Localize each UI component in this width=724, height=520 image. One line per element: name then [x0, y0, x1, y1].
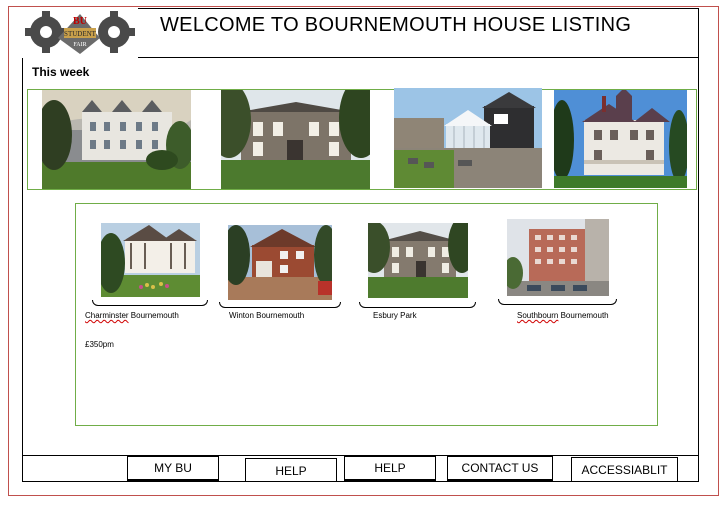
- svg-text:BU: BU: [73, 16, 87, 27]
- svg-text:STUDENT: STUDENT: [64, 30, 97, 38]
- listing-location-esbury-park[interactable]: Esbury Park: [373, 311, 417, 320]
- svg-text:FAIR: FAIR: [73, 42, 86, 48]
- listing-price: £350pm: [85, 340, 114, 349]
- listing-location-winton[interactable]: Winton Bournemouth: [229, 311, 304, 320]
- nav-my-bu-button[interactable]: MY BU: [127, 456, 219, 481]
- featured-photo-stone-manor[interactable]: [221, 90, 370, 189]
- listing-caption-bracket: [219, 302, 341, 308]
- listing-caption-bracket: [92, 300, 208, 306]
- featured-photo-white-terrace[interactable]: [42, 90, 191, 189]
- listing-photo-esbury-park[interactable]: [368, 223, 468, 298]
- listing-location-charminster[interactable]: Charminster Bournemouth: [85, 311, 179, 320]
- bu-student-fair-logo[interactable]: BU STUDENT FAIR: [22, 8, 138, 58]
- nav-help-button-2[interactable]: HELP: [344, 456, 436, 481]
- listing-caption-bracket: [498, 299, 617, 305]
- nav-accessibility-button[interactable]: ACCESSIABLIT: [571, 457, 678, 482]
- listing-photo-charminster[interactable]: [101, 223, 200, 297]
- featured-photo-victorian-turret[interactable]: [554, 90, 687, 188]
- listing-location-southbourn[interactable]: Southbourn Bournemouth: [517, 311, 609, 320]
- featured-photo-modern-conservatory[interactable]: [394, 88, 542, 188]
- page-title: WELCOME TO BOURNEMOUTH HOUSE LISTING: [160, 14, 632, 36]
- listing-photo-winton[interactable]: [228, 225, 332, 300]
- listing-caption-bracket: [359, 302, 476, 308]
- nav-contact-us-button[interactable]: CONTACT US: [447, 456, 553, 481]
- nav-help-button[interactable]: HELP: [245, 458, 337, 482]
- this-week-heading: This week: [32, 65, 90, 79]
- logo-container: BU STUDENT FAIR: [22, 8, 138, 58]
- listing-photo-southbourn[interactable]: [507, 219, 609, 296]
